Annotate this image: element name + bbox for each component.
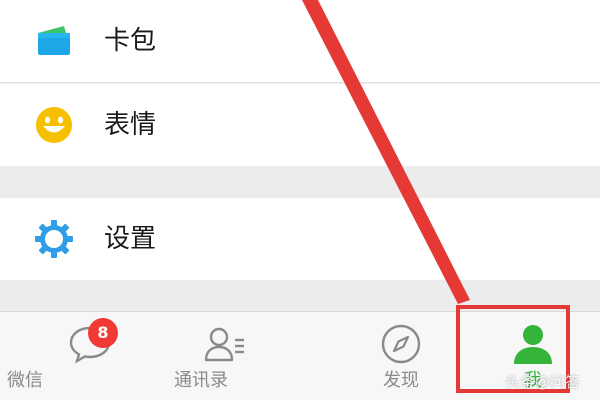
menu-item-label: 卡包 — [104, 26, 157, 56]
gear-icon — [35, 220, 73, 258]
smiley-icon — [36, 107, 72, 143]
menu-item-settings[interactable]: 设置 — [0, 198, 600, 280]
tab-contacts[interactable]: 通讯录 — [150, 312, 300, 400]
tab-discover[interactable]: 发现 — [300, 312, 450, 400]
menu-item-card-wallet[interactable]: 卡包 — [0, 0, 600, 83]
menu-item-label: 表情 — [104, 110, 157, 140]
tab-label: 微信 — [7, 370, 43, 391]
menu-item-emoji[interactable]: 表情 — [0, 84, 600, 166]
tab-label: 通讯录 — [174, 370, 228, 391]
compass-icon — [381, 324, 421, 364]
contacts-icon — [204, 327, 244, 362]
menu-item-label: 设置 — [104, 224, 157, 254]
card-wallet-icon — [38, 26, 70, 55]
unread-badge: 8 — [88, 318, 118, 348]
watermark: 头条@问答 — [504, 373, 580, 391]
